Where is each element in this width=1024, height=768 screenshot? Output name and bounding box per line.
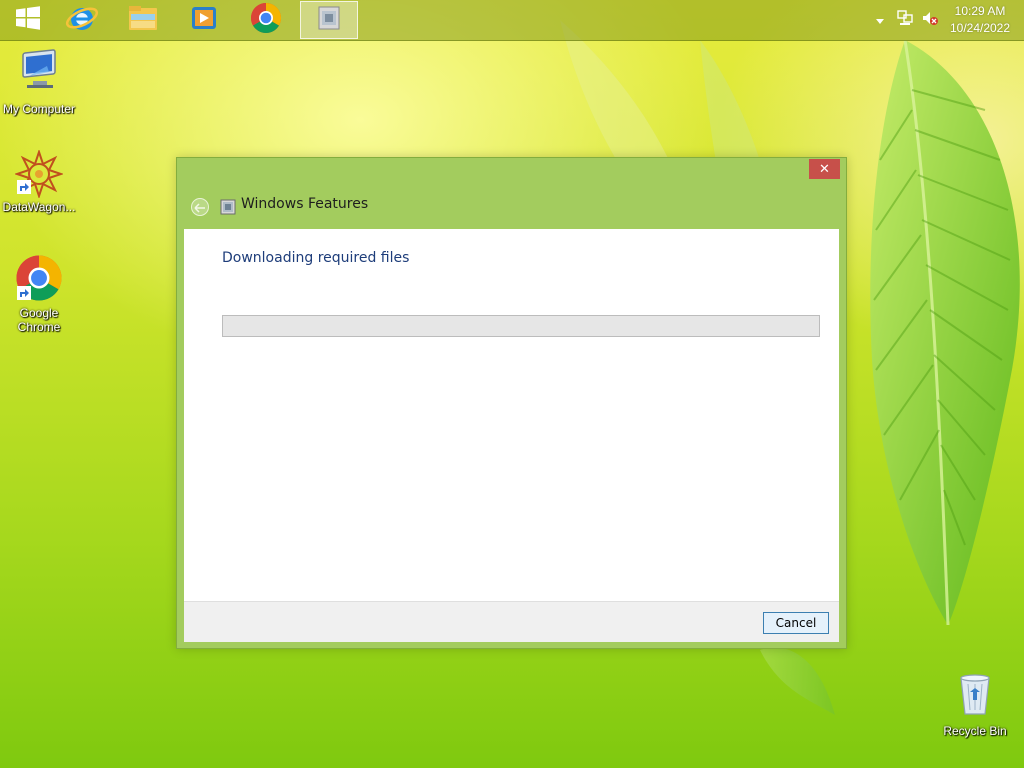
- recycle-bin-icon: [953, 670, 997, 722]
- desktop-icon-my-computer[interactable]: My Computer: [0, 48, 78, 116]
- status-heading: Downloading required files: [222, 250, 410, 266]
- speaker-muted-icon[interactable]: [921, 9, 941, 31]
- windows-logo-icon: [15, 6, 41, 34]
- chrome-icon: [15, 254, 63, 304]
- start-button[interactable]: [0, 1, 56, 39]
- desktop-icon-google-chrome[interactable]: Google Chrome: [0, 254, 78, 334]
- windows-features-icon: [220, 199, 236, 215]
- close-button[interactable]: ✕: [809, 159, 840, 179]
- desktop-icon-recycle-bin[interactable]: Recycle Bin: [936, 670, 1014, 738]
- clock-time: 10:29 AM: [954, 4, 1006, 18]
- chevron-up-icon[interactable]: [874, 11, 888, 30]
- system-tray: [874, 0, 941, 40]
- desktop-icon-label: Google Chrome: [17, 306, 61, 334]
- desktop-icon-label: My Computer: [2, 102, 76, 116]
- media-player-icon: [189, 3, 219, 37]
- clock-date: 10/24/2022: [949, 21, 1011, 35]
- desktop: 10:29 AM 10/24/2022 My Computer DataWago…: [0, 0, 1024, 768]
- cancel-button[interactable]: Cancel: [763, 612, 829, 634]
- tray-clock[interactable]: 10:29 AM 10/24/2022: [946, 3, 1014, 37]
- windows-features-dialog: ✕ Windows Features Downloading required …: [176, 157, 847, 649]
- chrome-icon: [250, 2, 282, 38]
- arrow-left-icon: [194, 198, 206, 217]
- download-progress-bar: [222, 315, 820, 337]
- network-icon[interactable]: [896, 9, 918, 31]
- taskbar-media-player[interactable]: [176, 1, 232, 39]
- computer-icon: [15, 48, 63, 100]
- taskbar-file-explorer[interactable]: [115, 1, 171, 39]
- back-button[interactable]: [191, 198, 209, 216]
- dialog-content: Downloading required files: [184, 229, 839, 601]
- desktop-icon-label: Recycle Bin: [943, 724, 1007, 738]
- windows-features-icon: [316, 4, 342, 36]
- datawagon-icon: [13, 148, 65, 200]
- desktop-icon-datawagon[interactable]: DataWagon...: [0, 148, 78, 214]
- dialog-footer: Cancel: [184, 601, 839, 642]
- desktop-icon-label: DataWagon...: [2, 200, 76, 214]
- dialog-title: Windows Features: [241, 196, 369, 212]
- internet-explorer-icon: [65, 1, 99, 39]
- file-explorer-icon: [127, 3, 159, 37]
- taskbar: 10:29 AM 10/24/2022: [0, 0, 1024, 41]
- taskbar-windows-features[interactable]: [300, 1, 358, 39]
- shortcut-arrow-icon: [17, 285, 31, 304]
- shortcut-arrow-icon: [17, 179, 31, 198]
- taskbar-chrome[interactable]: [238, 1, 294, 39]
- taskbar-internet-explorer[interactable]: [54, 1, 110, 39]
- close-icon: ✕: [819, 161, 830, 177]
